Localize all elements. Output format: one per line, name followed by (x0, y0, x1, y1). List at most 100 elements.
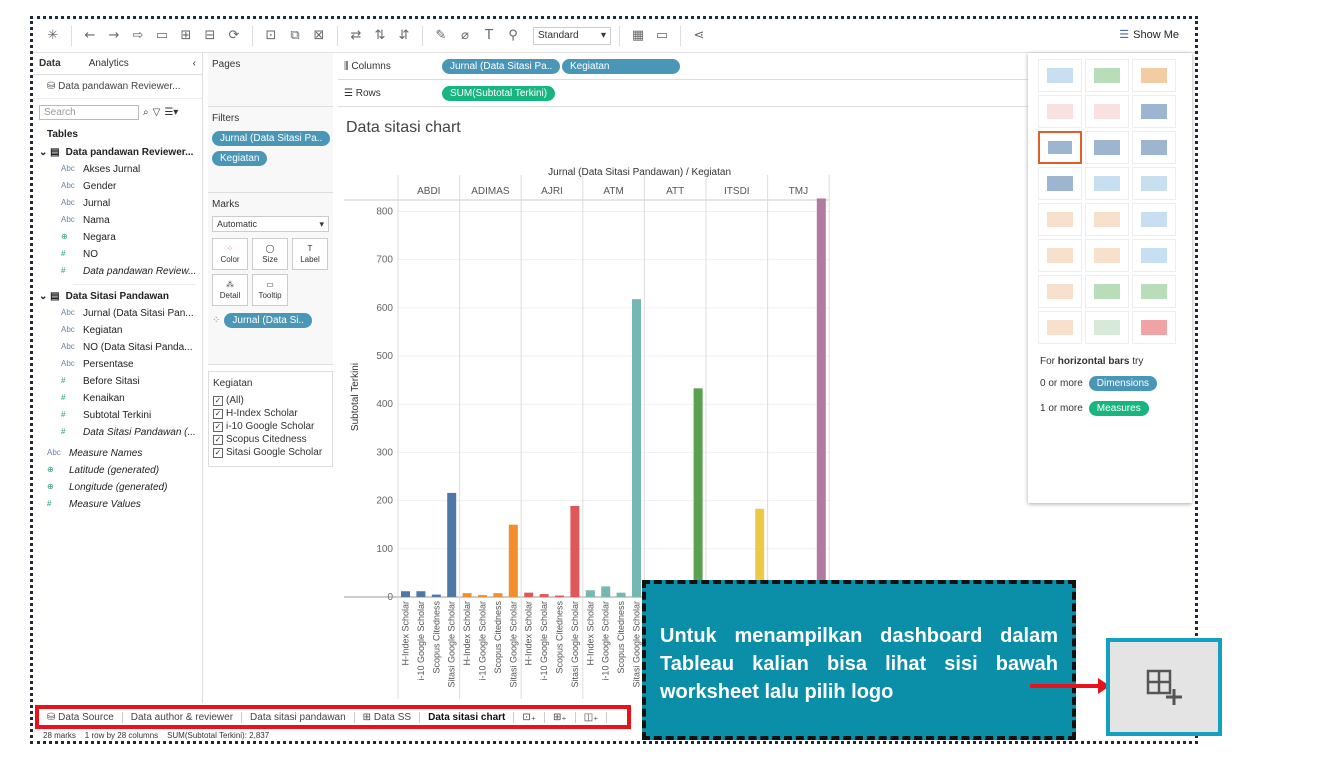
new-datasource-icon[interactable]: ⊞ (176, 28, 196, 43)
pie-chart-option[interactable] (1132, 95, 1176, 128)
color-button[interactable]: ⁘ Color (212, 238, 248, 270)
swap-icon[interactable]: ⇄ (346, 28, 366, 43)
dual-line-option[interactable] (1132, 203, 1176, 236)
collapse-icon[interactable]: ‹ (193, 58, 196, 69)
view-options-icon[interactable]: ☰▾ (164, 107, 178, 118)
checkbox[interactable]: ✓ (213, 434, 223, 445)
field-item[interactable]: Abc Jurnal (Data Sitasi Pan... (33, 306, 202, 323)
field-item[interactable]: Abc NO (Data Sitasi Panda... (33, 340, 202, 357)
filled-map-option[interactable] (1085, 95, 1129, 128)
field-item[interactable]: Abc Jurnal (33, 196, 202, 213)
field-item[interactable]: Abc Akses Jurnal (33, 162, 202, 179)
checkbox[interactable]: ✓ (213, 408, 223, 419)
new-story-icon[interactable]: ◫₊ (576, 711, 608, 723)
field-item[interactable]: # NO (33, 247, 202, 264)
side-by-side-bars-option[interactable] (1132, 131, 1176, 164)
tab-author-reviewer[interactable]: Data author & reviewer (123, 711, 243, 723)
checkbox[interactable]: ✓ (213, 395, 223, 406)
area-discrete-option[interactable] (1085, 239, 1129, 272)
text-table-option[interactable] (1038, 59, 1082, 92)
columns-pill-kegiatan[interactable]: Kegiatan (562, 58, 680, 74)
fit-select[interactable]: Standard ▾ (533, 26, 611, 45)
clear-icon[interactable]: ⊠ (309, 28, 329, 43)
treemap-option[interactable] (1038, 167, 1082, 200)
legend-item[interactable]: ✓ i-10 Google Scholar (213, 421, 328, 432)
bullet-graph-option[interactable] (1085, 311, 1129, 344)
search-input[interactable]: Search (39, 105, 139, 120)
tooltip-button[interactable]: ▭ Tooltip (252, 274, 288, 306)
field-item[interactable]: Abc Kegiatan (33, 323, 202, 340)
pages-card[interactable]: Pages (208, 53, 333, 107)
symbol-map-option[interactable] (1038, 95, 1082, 128)
legend-item[interactable]: ✓ Sitasi Google Scholar (213, 447, 328, 458)
discrete-line-option[interactable] (1085, 203, 1129, 236)
datasource-item[interactable]: ⛁ Data pandawan Reviewer... (33, 75, 202, 99)
marks-color-pill[interactable]: Jurnal (Data Si.. (224, 313, 313, 328)
tableau-logo-icon[interactable]: ✳ (43, 28, 63, 43)
rows-shelf[interactable]: ☰ Rows SUM(Subtotal Terkini) (338, 80, 1028, 107)
undo-icon[interactable]: ← (80, 28, 100, 43)
rows-pill-subtotal[interactable]: SUM(Subtotal Terkini) (442, 85, 556, 101)
filter-icon[interactable]: ▽ (153, 107, 161, 118)
columns-shelf[interactable]: ⫼ Columns Jurnal (Data Sitasi Pa.. Kegia… (338, 53, 1028, 80)
field-item[interactable]: Abc Persentase (33, 357, 202, 374)
sort-desc-icon[interactable]: ⇵ (394, 28, 414, 43)
filter-pill-kegiatan[interactable]: Kegiatan (212, 151, 268, 166)
tab-data-sitasi-chart[interactable]: Data sitasi chart (420, 711, 515, 723)
label-icon[interactable]: T (479, 28, 499, 43)
mark-type-select[interactable]: Automatic ▾ (212, 216, 329, 232)
tab-data-source[interactable]: ⛁ Data Source (39, 711, 123, 723)
filters-card[interactable]: Filters Jurnal (Data Sitasi Pa.. Kegiata… (208, 107, 333, 193)
tab-analytics[interactable]: Analytics (89, 58, 129, 69)
field-item[interactable]: # Before Sitasi (33, 374, 202, 391)
show-me-button[interactable]: ☰ Show Me (1119, 28, 1179, 42)
packed-bubbles-option[interactable] (1132, 311, 1176, 344)
highlight-icon[interactable]: ✎ (431, 28, 451, 43)
legend-item[interactable]: ✓ (All) (213, 395, 328, 406)
new-worksheet-icon[interactable]: ⊡ (261, 28, 281, 43)
heat-map-option[interactable] (1085, 59, 1129, 92)
gantt-option[interactable] (1038, 311, 1082, 344)
pause-updates-icon[interactable]: ⊟ (200, 28, 220, 43)
horizontal-bars-option[interactable] (1038, 131, 1082, 164)
field-item[interactable]: # Data Sitasi Pandawan (... (33, 425, 202, 442)
scatter-plot-option[interactable] (1038, 275, 1082, 308)
save-icon[interactable]: ▭ (152, 28, 172, 43)
field-item[interactable]: Abc Nama (33, 213, 202, 230)
highlight-table-option[interactable] (1132, 59, 1176, 92)
group-icon[interactable]: ⌀ (455, 28, 475, 43)
tab-sitasi-pandawan[interactable]: Data sitasi pandawan (242, 711, 355, 723)
detail-button[interactable]: ⁂ Detail (212, 274, 248, 306)
histogram-option[interactable] (1085, 275, 1129, 308)
filter-pill-jurnal[interactable]: Jurnal (Data Sitasi Pa.. (212, 131, 330, 146)
refresh-icon[interactable]: ⟳ (224, 28, 244, 43)
field-item[interactable]: ⊕ Longitude (generated) (33, 480, 202, 497)
search-icon[interactable]: ⌕ (143, 107, 149, 118)
field-item[interactable]: # Measure Values (33, 497, 202, 514)
size-button[interactable]: ◯ Size (252, 238, 288, 270)
field-item[interactable]: Abc Measure Names (33, 446, 202, 463)
dual-combination-option[interactable] (1132, 239, 1176, 272)
legend-item[interactable]: ✓ H-Index Scholar (213, 408, 328, 419)
new-dashboard-icon[interactable]: ⊞₊ (545, 711, 576, 723)
table-header[interactable]: ⌄ ▤ Data pandawan Reviewer... (33, 143, 202, 162)
field-item[interactable]: # Subtotal Terkini (33, 408, 202, 425)
sort-asc-icon[interactable]: ⇅ (370, 28, 390, 43)
stacked-bars-option[interactable] (1085, 131, 1129, 164)
pin-icon[interactable]: ⚲ (503, 28, 523, 43)
replay-icon[interactable]: ⇨ (128, 28, 148, 43)
redo-icon[interactable]: → (104, 28, 124, 43)
label-button[interactable]: T Label (292, 238, 328, 270)
legend-item[interactable]: ✓ Scopus Citedness (213, 434, 328, 445)
duplicate-icon[interactable]: ⧉ (285, 28, 305, 43)
field-item[interactable]: ⊕ Negara (33, 230, 202, 247)
tab-data-ss[interactable]: ⊞ Data SS (355, 711, 421, 723)
checkbox[interactable]: ✓ (213, 421, 223, 432)
side-by-side-circles-option[interactable] (1132, 167, 1176, 200)
field-item[interactable]: # Kenaikan (33, 391, 202, 408)
table-header[interactable]: ⌄ ▤ Data Sitasi Pandawan (33, 287, 202, 306)
area-continuous-option[interactable] (1038, 239, 1082, 272)
new-worksheet-icon[interactable]: ⊡₊ (514, 711, 546, 723)
tab-data[interactable]: Data (39, 58, 61, 69)
presentation-icon[interactable]: ▭ (652, 28, 672, 43)
